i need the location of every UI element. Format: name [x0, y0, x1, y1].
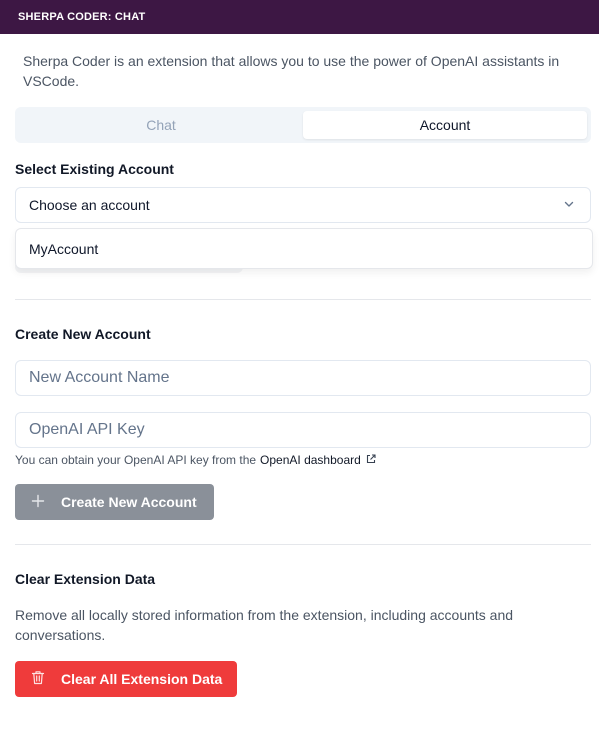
tab-bar: Chat Account [15, 107, 591, 143]
clear-data-button[interactable]: Clear All Extension Data [15, 661, 237, 697]
api-key-hint: You can obtain your OpenAI API key from … [15, 453, 376, 467]
divider [15, 544, 591, 545]
create-new-title: Create New Account [15, 326, 151, 342]
account-option-myaccount[interactable]: MyAccount [15, 228, 593, 269]
clear-data-description: Remove all locally stored information fr… [15, 607, 514, 643]
create-account-button[interactable]: Create New Account [15, 484, 214, 520]
window-title: SHERPA CODER: CHAT [0, 0, 599, 34]
trash-icon [31, 670, 45, 688]
account-select[interactable]: Choose an account [15, 187, 591, 223]
hint-text: You can obtain your OpenAI API key from … [15, 453, 257, 467]
clear-data-title: Clear Extension Data [15, 571, 156, 587]
chevron-down-icon [562, 197, 576, 214]
tab-account[interactable]: Account [303, 111, 587, 139]
account-select-value: Choose an account [29, 197, 150, 213]
intro-text: Sherpa Coder is an extension that allows… [23, 53, 560, 89]
openai-dashboard-link[interactable]: OpenAI dashboard [260, 453, 361, 467]
select-existing-title: Select Existing Account [15, 161, 174, 177]
external-link-icon[interactable] [361, 453, 376, 467]
api-key-input[interactable]: OpenAI API Key [15, 412, 591, 448]
tab-chat[interactable]: Chat [19, 111, 303, 139]
plus-icon [31, 494, 45, 511]
divider [15, 299, 591, 300]
create-account-label: Create New Account [61, 494, 197, 510]
clear-data-label: Clear All Extension Data [61, 671, 223, 687]
account-name-input[interactable]: New Account Name [15, 360, 591, 396]
